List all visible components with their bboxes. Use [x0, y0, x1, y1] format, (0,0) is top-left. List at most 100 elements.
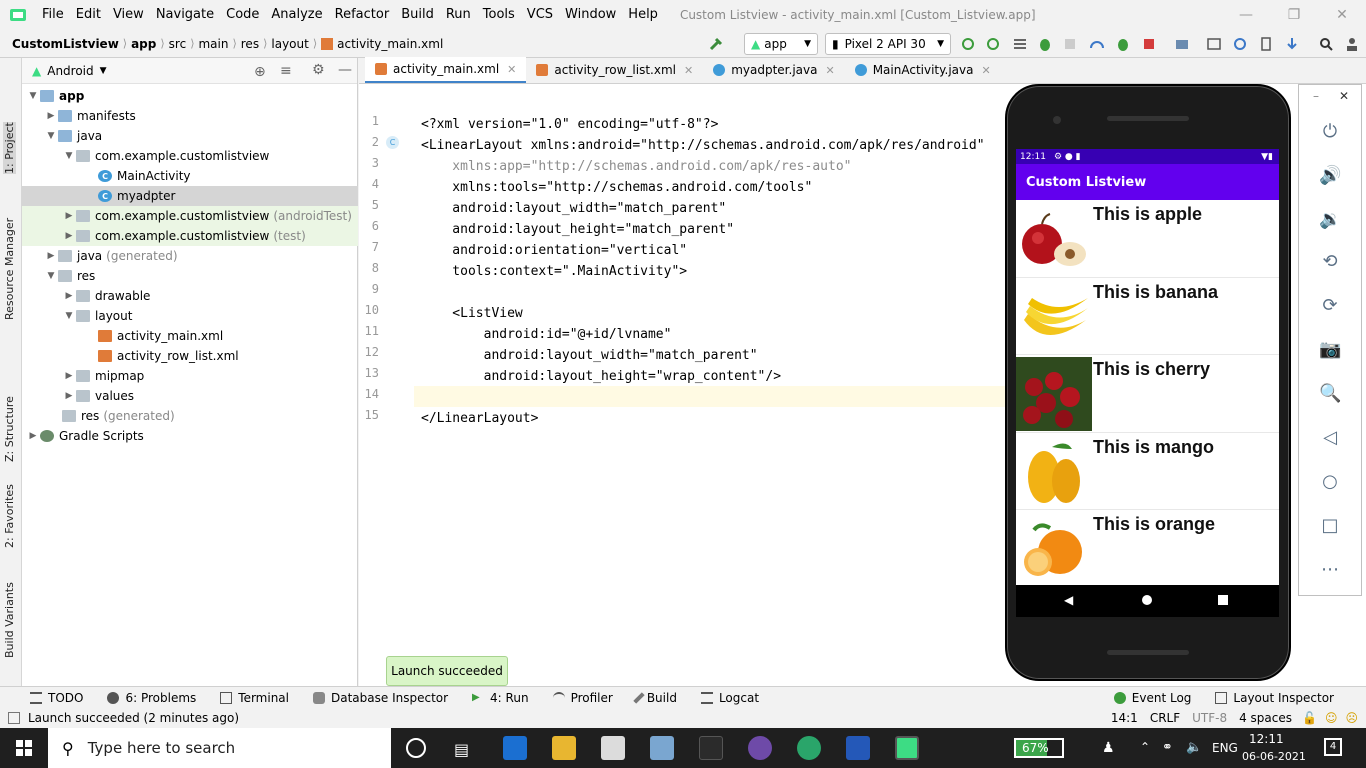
locate-icon[interactable]: ⊕: [254, 64, 266, 80]
android-studio-taskbar-icon[interactable]: [895, 736, 919, 760]
minimize-emulator-icon[interactable]: –: [1313, 89, 1319, 103]
favorites-tab[interactable]: 2: Favorites: [3, 484, 16, 548]
close-tab-icon[interactable]: ✕: [684, 64, 693, 77]
code-line[interactable]: android:orientation="vertical": [421, 240, 687, 261]
task-view-icon[interactable]: ▤: [454, 740, 469, 759]
overview-icon[interactable]: □: [1319, 515, 1341, 537]
tree-item-activity-row-list-xml[interactable]: activity_row_list.xml: [22, 346, 358, 366]
hammer-icon[interactable]: [708, 36, 724, 52]
restore-icon[interactable]: ❐: [1270, 0, 1318, 30]
breadcrumb-res[interactable]: res: [237, 37, 263, 51]
tree-item-values[interactable]: ▶ values: [22, 386, 358, 406]
list-item-orange[interactable]: This is orange: [1016, 510, 1279, 585]
tool-database-inspector[interactable]: Database Inspector: [301, 691, 460, 705]
recents-icon[interactable]: [1218, 595, 1228, 605]
tool-problems[interactable]: 6: Problems: [95, 691, 208, 705]
tree-item-myadpter[interactable]: Cmyadpter: [22, 186, 358, 206]
tool-build[interactable]: Build: [625, 691, 689, 705]
volume-icon[interactable]: 🔈: [1186, 740, 1202, 755]
sync-gradle-icon[interactable]: [1232, 36, 1248, 52]
gear-icon[interactable]: ⚙: [312, 62, 325, 78]
close-emulator-icon[interactable]: ✕: [1339, 89, 1349, 103]
list-item-cherry[interactable]: This is cherry: [1016, 355, 1279, 433]
code-line[interactable]: xmlns:app="http://schemas.android.com/ap…: [421, 156, 851, 177]
menu-code[interactable]: Code: [220, 0, 265, 30]
rotate-left-icon[interactable]: ⟲: [1319, 251, 1341, 273]
tree-item-drawable[interactable]: ▶ drawable: [22, 286, 358, 306]
code-line[interactable]: <ListView: [421, 303, 522, 324]
smile-icon[interactable]: ☺: [1325, 711, 1338, 725]
tree-item-java-generated[interactable]: ▶ java (generated): [22, 246, 358, 266]
sdk-manager-icon[interactable]: [1284, 36, 1300, 52]
frown-icon[interactable]: ☹: [1345, 711, 1358, 725]
menu-edit[interactable]: Edit: [70, 0, 107, 30]
back-icon[interactable]: ◀: [1064, 593, 1073, 607]
chevron-up-icon[interactable]: ⌃: [1140, 740, 1150, 754]
attach-icon[interactable]: [1012, 36, 1028, 52]
profile-icon[interactable]: [1089, 36, 1105, 52]
rotate-right-icon[interactable]: ⟳: [1319, 295, 1341, 317]
stop-icon[interactable]: [1141, 36, 1157, 52]
tree-item-gradle-scripts[interactable]: ▶ Gradle Scripts: [22, 426, 358, 446]
mail-icon[interactable]: [503, 736, 527, 760]
app-icon[interactable]: [650, 736, 674, 760]
phone-screen[interactable]: 12:11 ⚙ ● ▮ ▼▮ Custom Listview This is app…: [1016, 149, 1279, 585]
home-icon[interactable]: [1142, 595, 1152, 605]
project-view-select[interactable]: Android: [47, 64, 93, 78]
structure-tab[interactable]: Z: Structure: [3, 396, 16, 462]
tree-item-app[interactable]: ▼ app: [22, 86, 358, 106]
more-icon[interactable]: ⋯: [1319, 559, 1341, 581]
run-config-select[interactable]: ▲ app ▼: [744, 33, 818, 55]
close-tab-icon[interactable]: ✕: [825, 64, 834, 77]
list-item-apple[interactable]: This is apple: [1016, 200, 1279, 278]
tree-item-mipmap[interactable]: ▶ mipmap: [22, 366, 358, 386]
minimize-icon[interactable]: —: [1222, 0, 1270, 30]
volume-down-icon[interactable]: 🔉: [1319, 209, 1341, 231]
code-line[interactable]: tools:context=".MainActivity">: [421, 261, 687, 282]
list-item-banana[interactable]: This is banana: [1016, 278, 1279, 355]
breadcrumb-src[interactable]: src: [165, 37, 191, 51]
breadcrumb-project[interactable]: CustomListview: [0, 37, 123, 51]
tool-terminal[interactable]: Terminal: [208, 691, 301, 705]
tab-mainactivity-java[interactable]: MainActivity.java ✕: [845, 57, 1001, 83]
notification-icon[interactable]: 4: [1324, 738, 1342, 756]
tree-item-res[interactable]: ▼ res: [22, 266, 358, 286]
breadcrumb-main[interactable]: main: [194, 37, 232, 51]
debug-icon[interactable]: [1037, 36, 1053, 52]
activity-gutter-icon[interactable]: C: [386, 136, 399, 149]
status-panel-icon[interactable]: [8, 712, 20, 724]
breadcrumb-layout[interactable]: layout: [267, 37, 312, 51]
taskbar-search[interactable]: ⚲ Type here to search: [48, 728, 391, 768]
apply-code-changes-icon[interactable]: [985, 36, 1001, 52]
clock-date[interactable]: 06-06-2021: [1242, 750, 1306, 763]
menu-build[interactable]: Build: [395, 0, 440, 30]
github-icon[interactable]: [748, 736, 772, 760]
tree-item-mainactivity[interactable]: C MainActivity: [22, 166, 358, 186]
project-app-icon[interactable]: [699, 736, 723, 760]
resource-manager-tab[interactable]: Resource Manager: [3, 218, 16, 320]
build-variants-tab[interactable]: Build Variants: [3, 582, 16, 658]
line-separator[interactable]: CRLF: [1150, 711, 1180, 725]
language-indicator[interactable]: ENG: [1212, 741, 1238, 755]
tab-myadpter-java[interactable]: myadpter.java ✕: [703, 57, 844, 83]
tool-logcat[interactable]: Logcat: [689, 691, 771, 705]
tool-layout-inspector[interactable]: Layout Inspector: [1203, 691, 1366, 705]
code-line[interactable]: android:id="@+id/lvname": [421, 324, 672, 345]
project-tool-tab[interactable]: 1: Project: [3, 122, 16, 174]
code-line[interactable]: android:layout_width="match_parent": [421, 198, 726, 219]
hide-panel-icon[interactable]: —: [338, 62, 352, 78]
volume-up-icon[interactable]: 🔊: [1319, 165, 1341, 187]
caret-position[interactable]: 14:1: [1111, 711, 1138, 725]
collapse-all-icon[interactable]: ≡: [280, 63, 292, 79]
indent-setting[interactable]: 4 spaces: [1239, 711, 1292, 725]
code-line[interactable]: android:layout_width="match_parent": [421, 345, 758, 366]
cortana-icon[interactable]: [406, 738, 426, 758]
breadcrumb-file[interactable]: activity_main.xml: [317, 37, 447, 51]
zoom-icon[interactable]: 🔍: [1319, 383, 1341, 405]
menu-window[interactable]: Window: [559, 0, 622, 30]
windows-start-icon[interactable]: [16, 740, 32, 756]
people-icon[interactable]: ♟: [1102, 740, 1115, 756]
battery-indicator[interactable]: 67%: [1014, 738, 1064, 758]
clock-time[interactable]: 12:11: [1249, 732, 1284, 746]
menu-run[interactable]: Run: [440, 0, 477, 30]
